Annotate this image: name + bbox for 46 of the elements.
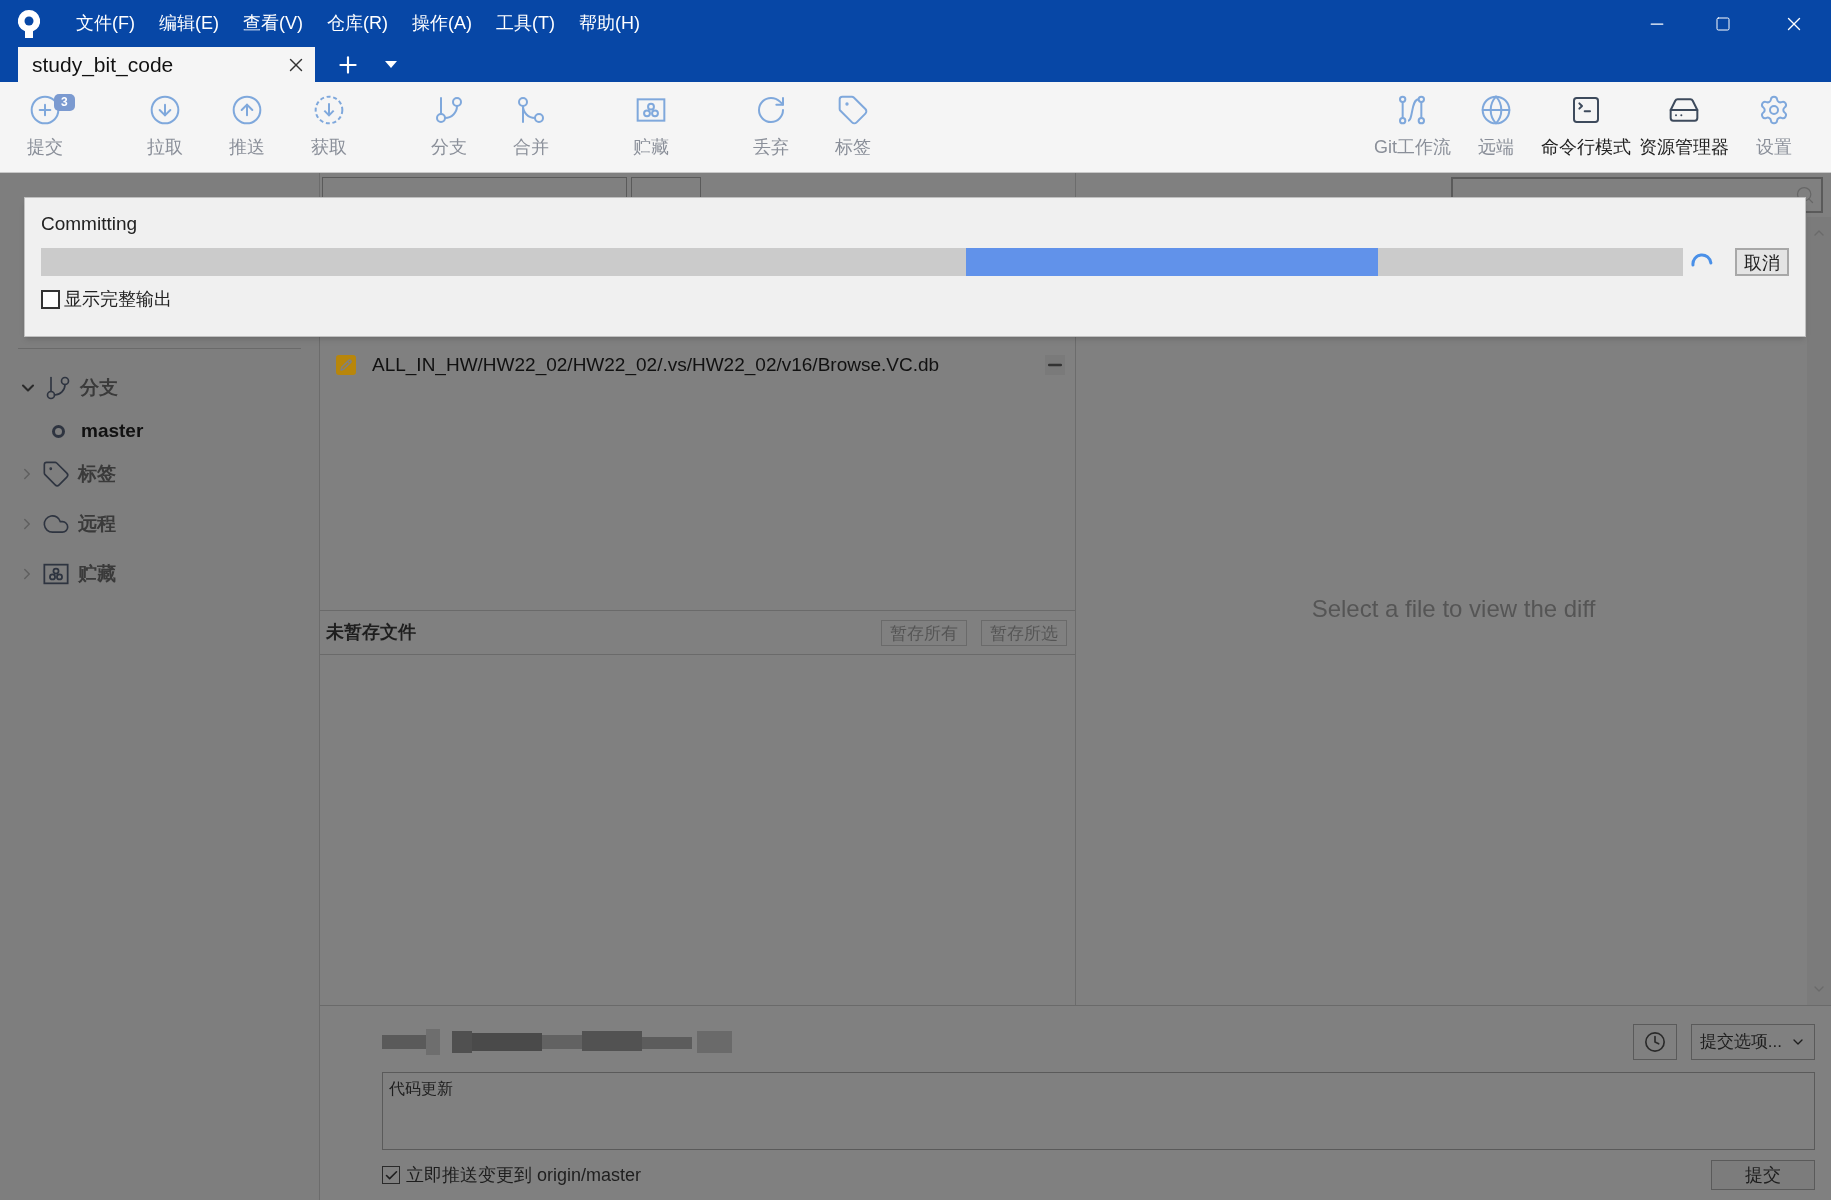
menu-item[interactable]: 操作(A)	[400, 5, 484, 42]
menu-item[interactable]: 帮助(H)	[566, 5, 652, 42]
globe-icon	[1480, 93, 1512, 126]
tab-title: study_bit_code	[32, 51, 175, 79]
sidebar-group[interactable]: 远程	[0, 499, 319, 549]
modified-icon	[336, 355, 356, 375]
toolbar-button[interactable]: 资源管理器	[1635, 81, 1733, 173]
sidebar-group[interactable]: 分支	[0, 363, 319, 413]
commit-options-dropdown[interactable]: 提交选项...	[1690, 1024, 1815, 1060]
app-logo-icon	[16, 8, 42, 39]
sidebar-group[interactable]: 标签	[0, 449, 319, 499]
section-title: 未暂存文件	[326, 621, 417, 644]
checkbox-label: 立即推送变更到 origin/master	[406, 1163, 643, 1187]
download-dashed-icon	[313, 93, 345, 126]
sidebar-group[interactable]: 贮藏	[0, 549, 319, 599]
plus-circle-icon	[29, 93, 61, 126]
history-button[interactable]	[1632, 1024, 1677, 1060]
menu-item[interactable]: 文件(F)	[64, 5, 147, 42]
settings-icon	[1758, 93, 1790, 126]
commit-button[interactable]: 提交	[1711, 1160, 1815, 1190]
current-branch-icon	[52, 424, 65, 438]
branch-item[interactable]: master	[0, 413, 319, 449]
caret-icon[interactable]	[385, 61, 397, 69]
count-badge: 3	[54, 93, 75, 111]
branch-icon	[44, 374, 72, 402]
cancel-button[interactable]: 取消	[1735, 248, 1789, 276]
maximize-icon[interactable]	[1715, 15, 1731, 32]
file-row[interactable]: ALL_IN_HW/HW22_02/HW22_02/.vs/HW22_02/v16/Browse.VC.db	[320, 347, 1075, 383]
menu-item[interactable]: 仓库(R)	[315, 5, 400, 42]
menu-item[interactable]: 查看(V)	[231, 5, 315, 42]
commit-message-field[interactable]: 代码更新	[382, 1072, 1815, 1150]
arrow-down-circle-icon	[149, 93, 181, 126]
clock-icon	[1643, 1031, 1666, 1053]
file-path: ALL_IN_HW/HW22_02/HW22_02/.vs/HW22_02/v16/Browse.VC.db	[372, 352, 941, 378]
toolbar-button[interactable]: 命令行模式	[1537, 81, 1635, 173]
repository-tab[interactable]: study_bit_code	[18, 47, 315, 82]
tag-icon	[837, 93, 869, 126]
full-output-checkbox[interactable]	[41, 290, 60, 309]
checkbox-label: 显示完整输出	[64, 288, 172, 311]
unstage-icon[interactable]	[1045, 355, 1065, 375]
arrow-up-circle-icon	[231, 93, 263, 126]
tag-icon	[42, 460, 70, 488]
menu-item[interactable]: 编辑(E)	[147, 5, 231, 42]
dialog-title: Committing	[41, 212, 139, 236]
menu-item[interactable]: 工具(T)	[484, 5, 567, 42]
push-checkbox[interactable]	[382, 1166, 400, 1184]
